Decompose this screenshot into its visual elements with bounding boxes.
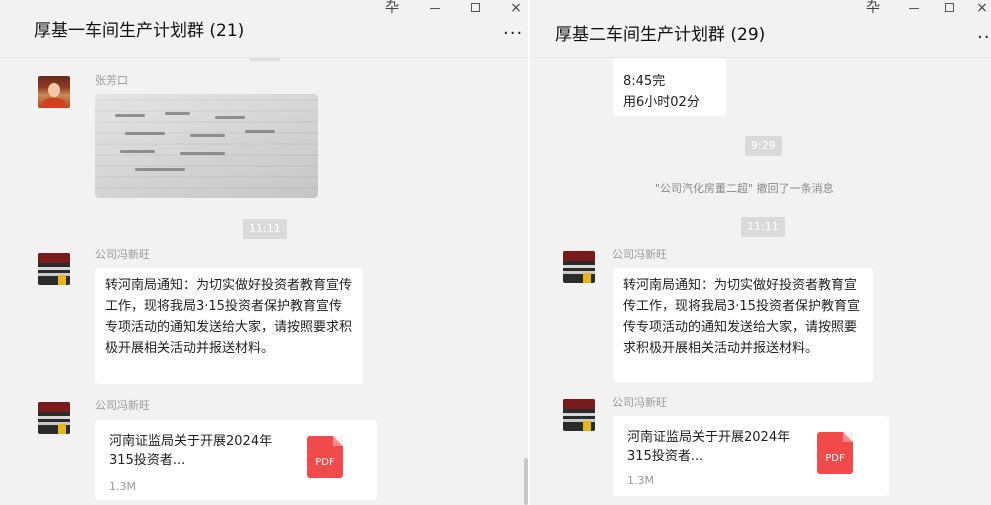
avatar-book-cover: [583, 421, 591, 431]
photo-ink: [245, 130, 275, 133]
photo-ink: [215, 116, 245, 119]
file-name: 河南证监局关于开展2024年315投资者...: [109, 434, 273, 468]
avatar-book-band: [563, 413, 595, 416]
avatar[interactable]: [38, 253, 70, 285]
chat-header: 厚基一车间生产计划群 (21) ... 卆 ×: [0, 0, 528, 58]
file-size: 1.3M: [627, 474, 654, 487]
photo-ink: [190, 134, 225, 137]
chat-title[interactable]: 厚基二车间生产计划群 (29): [555, 20, 765, 45]
photo-ink: [125, 132, 165, 135]
sender-name: 公司冯新旺: [95, 399, 150, 412]
avatar-book-band: [38, 267, 70, 270]
avatar[interactable]: [38, 76, 70, 108]
minimize-icon[interactable]: [905, 0, 923, 18]
sender-name: 公司冯新旺: [612, 396, 667, 409]
file-name: 河南证监局关于开展2024年315投资者...: [627, 430, 791, 464]
maximize-icon[interactable]: [466, 0, 484, 18]
file-message[interactable]: 河南证监局关于开展2024年315投资者... 1.3M PDF: [613, 416, 889, 496]
scroll-indicator: [250, 58, 280, 61]
avatar-book-band: [563, 399, 595, 409]
more-icon[interactable]: ...: [977, 22, 991, 43]
chat-pane-right: 厚基二车间生产计划群 (29) ... 卆 × 8:45完 用6小时02分 9:…: [530, 0, 991, 505]
message-line: 用6小时02分: [623, 95, 700, 110]
text-message-bubble[interactable]: 8:45完 用6小时02分: [613, 58, 726, 116]
photo-ink: [165, 112, 190, 115]
close-icon[interactable]: ×: [507, 0, 525, 18]
avatar[interactable]: [38, 402, 70, 434]
avatar-book-cover: [58, 275, 66, 285]
avatar-book-band: [563, 251, 595, 261]
photo-ink: [135, 168, 185, 171]
avatar-body: [42, 98, 66, 108]
photo-ink: [120, 150, 155, 153]
message-text: 转河南局通知：为切实做好投资者教育宣传工作，现将我局3·15投资者保护教育宣传专…: [105, 278, 353, 356]
sender-name: 公司冯新旺: [95, 248, 150, 261]
avatar-book-band: [38, 253, 70, 263]
chat-title[interactable]: 厚基一车间生产计划群 (21): [34, 16, 244, 41]
sender-name: 张芳口: [95, 74, 128, 87]
pin-icon[interactable]: 卆: [864, 0, 882, 18]
timestamp: 11:11: [741, 217, 785, 237]
timestamp: 9:29: [745, 136, 782, 156]
avatar-face: [48, 83, 60, 97]
pdf-file-icon: PDF: [307, 436, 343, 478]
chat-pane-left: 厚基一车间生产计划群 (21) ... 卆 × 张芳口 11:11 公司冯新旺 …: [0, 0, 528, 505]
text-message-bubble[interactable]: 转河南局通知：为切实做好投资者教育宣传工作，现将我局3·15投资者保护教育宣传专…: [613, 268, 873, 382]
photo-paper: [95, 94, 318, 198]
text-message-bubble[interactable]: 转河南局通知：为切实做好投资者教育宣传工作，现将我局3·15投资者保护教育宣传专…: [95, 268, 363, 384]
file-size: 1.3M: [109, 480, 136, 493]
recall-notice: "公司汽化房董二超" 撤回了一条消息: [655, 182, 834, 195]
more-icon[interactable]: ...: [503, 18, 523, 39]
chat-header: 厚基二车间生产计划群 (29) ... 卆 ×: [530, 0, 991, 58]
sender-name: 公司冯新旺: [612, 248, 667, 261]
image-message[interactable]: [95, 94, 318, 198]
photo-ink: [115, 114, 145, 117]
avatar-book-band: [38, 402, 70, 412]
file-message[interactable]: 河南证监局关于开展2024年315投资者... 1.3M PDF: [95, 420, 377, 500]
avatar-book-cover: [583, 273, 591, 283]
message-text: 转河南局通知：为切实做好投资者教育宣传工作，现将我局3·15投资者保护教育宣传专…: [623, 278, 860, 356]
avatar-book-cover: [58, 424, 66, 434]
close-icon[interactable]: ×: [973, 0, 991, 18]
maximize-icon[interactable]: [940, 0, 958, 18]
photo-ink: [180, 152, 225, 155]
timestamp: 11:11: [243, 219, 287, 239]
message-line: 8:45完: [623, 74, 666, 89]
pin-icon[interactable]: 卆: [383, 0, 401, 18]
pdf-file-icon: PDF: [817, 432, 853, 474]
minimize-icon[interactable]: [426, 0, 444, 18]
avatar-book-band: [563, 265, 595, 268]
avatar[interactable]: [563, 251, 595, 283]
avatar-book-band: [38, 416, 70, 419]
avatar[interactable]: [563, 399, 595, 431]
